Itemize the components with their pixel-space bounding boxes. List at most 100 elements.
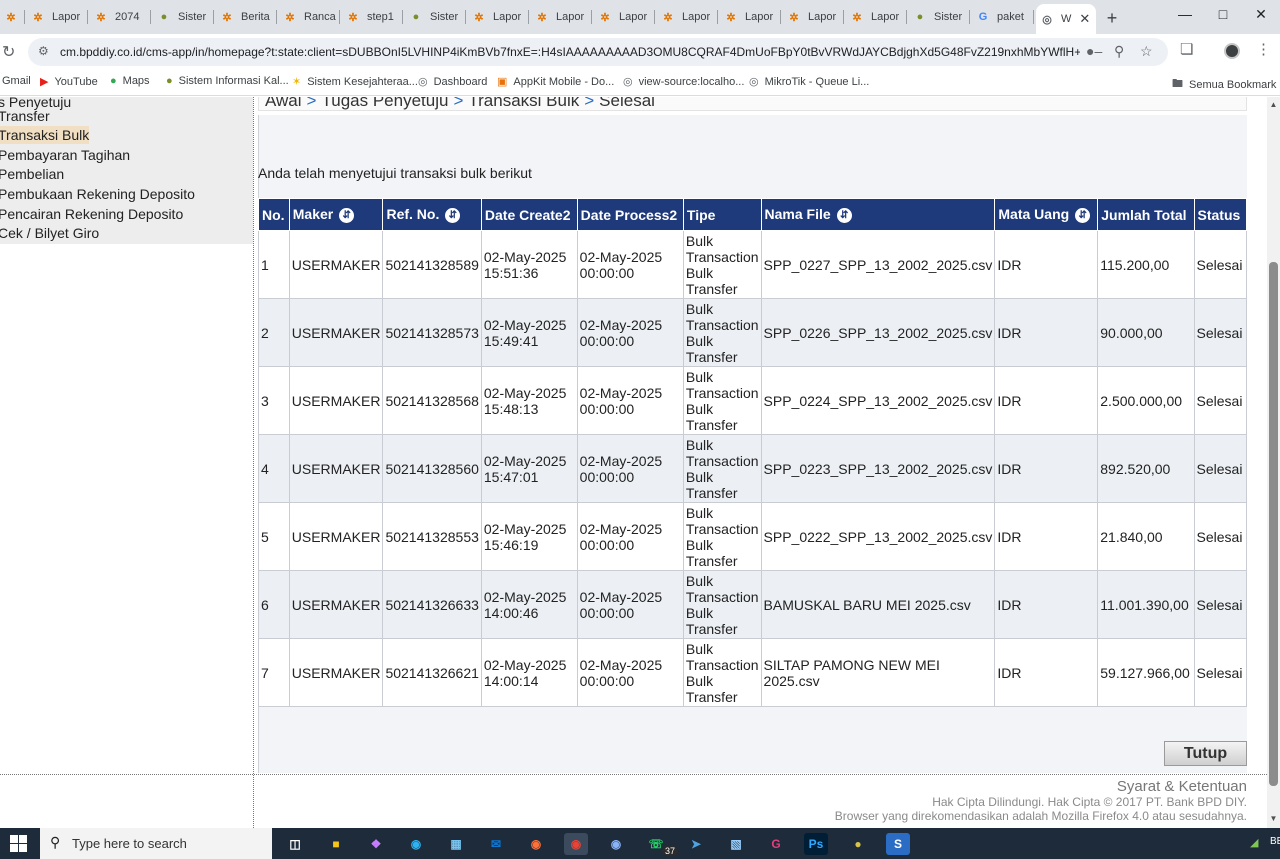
extensions-icon[interactable]: ❏ xyxy=(1180,40,1193,58)
bookmark-sistem-informasi[interactable]: ● Sistem Informasi Kal... xyxy=(166,75,289,87)
browser-tab[interactable]: ✲ step1 xyxy=(342,4,403,30)
windows-start-icon[interactable] xyxy=(10,835,28,853)
app-g-icon[interactable]: G xyxy=(764,833,788,855)
bookmark-mikrotik[interactable]: ◎ MikroTik - Queue Li... xyxy=(749,75,869,89)
browser-tab[interactable]: ✲ 2074 xyxy=(90,4,151,30)
chrome-icon[interactable]: ◉ xyxy=(564,833,588,855)
bookmark-maps[interactable]: ● Maps xyxy=(110,75,150,87)
minimize-button[interactable]: — xyxy=(1170,6,1200,26)
scroll-up-arrow-icon[interactable]: ▲ xyxy=(1267,100,1280,109)
sidebar-item-pembayaran-tagihan[interactable]: Pembayaran Tagihan xyxy=(0,146,130,164)
browser-tab[interactable]: ✲ Lapor xyxy=(720,4,781,30)
zoom-icon[interactable]: ⚲ xyxy=(1114,43,1124,60)
bookmark-star-icon[interactable]: ☆ xyxy=(1140,43,1153,60)
sidebar-item-cek-bilyet-giro[interactable]: Cek / Bilyet Giro xyxy=(0,224,99,242)
sidebar-item-pembukaan-deposito[interactable]: Pembukaan Rekening Deposito xyxy=(0,185,195,203)
cell-status: Selesai xyxy=(1193,298,1248,367)
terms-link[interactable]: Syarat & Ketentuan xyxy=(1117,778,1247,795)
coin-icon: ● xyxy=(166,75,173,87)
cell-ref-no: 502141326621 xyxy=(382,638,482,707)
bookmark-appkit[interactable]: ▣ AppKit Mobile - Do... xyxy=(497,75,614,89)
browser-tab[interactable]: ● Sister xyxy=(909,4,970,30)
sort-icon[interactable]: ⇵ xyxy=(836,208,852,223)
table-row: 3 USERMAKER 502141328568 02-May-2025 15:48:1… xyxy=(258,366,1248,435)
sort-icon[interactable]: ⇵ xyxy=(445,208,461,223)
site-settings-icon[interactable]: ⚙ xyxy=(38,44,49,58)
window-close-button[interactable]: ✕ xyxy=(1246,6,1276,26)
col-header-mata-uang[interactable]: Mata Uang ⇵ xyxy=(994,198,1099,231)
sort-icon[interactable]: ⇵ xyxy=(1075,208,1091,223)
scroll-thumb[interactable] xyxy=(1269,262,1278,786)
store-icon[interactable]: ▦ xyxy=(444,833,468,855)
network-app-icon[interactable]: ▧ xyxy=(724,833,748,855)
app-icon[interactable]: ➤ xyxy=(684,833,708,855)
browser-tab[interactable]: ✲ Lapor xyxy=(27,4,88,30)
bookmark-youtube[interactable]: ▶ YouTube xyxy=(40,75,98,89)
cell-status: Selesai xyxy=(1193,638,1248,707)
col-header-maker[interactable]: Maker ⇵ xyxy=(288,198,384,231)
close-button[interactable]: Tutup xyxy=(1164,741,1247,766)
browser-tab[interactable]: ✲ Lapor xyxy=(846,4,907,30)
breadcrumb-transaksi-bulk[interactable]: Transaksi Bulk xyxy=(468,97,579,110)
breadcrumb-separator: > xyxy=(306,97,317,110)
reload-icon[interactable]: ↻ xyxy=(2,42,15,62)
table-row: 1 USERMAKER 502141328589 02-May-2025 15:51:3… xyxy=(258,230,1248,299)
browser-tab[interactable]: ✲ Berita xyxy=(216,4,277,30)
close-tab-icon[interactable]: ✕ xyxy=(1079,11,1090,27)
breadcrumb-tugas-penyetuju[interactable]: Tugas Penyetuju xyxy=(321,97,448,110)
browser-tab[interactable]: ✲ Lapor xyxy=(531,4,592,30)
cell-nama-file: SPP_0222_SPP_13_2002_2025.csv xyxy=(760,502,996,571)
outlook-icon[interactable]: ✉ xyxy=(484,833,508,855)
firefox-icon[interactable]: ◉ xyxy=(524,833,548,855)
scroll-down-arrow-icon[interactable]: ▼ xyxy=(1267,814,1280,823)
sidebar-item-pembelian[interactable]: Pembelian xyxy=(0,165,64,183)
browser-tab[interactable]: ✲ster xyxy=(0,4,25,30)
browser-tab[interactable]: ◎ W ✕ xyxy=(1036,4,1096,34)
browser-tab[interactable]: ✲ Lapor xyxy=(783,4,844,30)
sidebar-item-transaksi-bulk[interactable]: Transaksi Bulk xyxy=(0,126,90,144)
all-bookmarks-folder[interactable]: 🖿 Semua Bookmark xyxy=(1172,75,1276,94)
bookmark-view-source[interactable]: ◎ view-source:localho... xyxy=(623,75,744,89)
browser-tab[interactable]: ✲ Lapor xyxy=(657,4,718,30)
network-tray-icon[interactable]: ◢ xyxy=(1250,836,1258,849)
browser-tab[interactable]: ✲ Lapor xyxy=(594,4,655,30)
bookmark-gmail[interactable]: Gmail xyxy=(2,75,31,87)
coin-app-icon[interactable]: ● xyxy=(846,833,870,855)
s-app-icon[interactable]: S xyxy=(886,833,910,855)
browser-tab[interactable]: ✲ Ranca xyxy=(279,4,340,30)
browser-tab[interactable]: ✲ Lapor xyxy=(468,4,529,30)
breadcrumb-awal[interactable]: Awal xyxy=(265,97,302,110)
chrome-profile-icon[interactable]: ◉ xyxy=(604,833,628,855)
bookmark-sistem-kesejahteraan[interactable]: ✶ Sistem Kesejahteraa... xyxy=(292,75,418,89)
cell-date-create: 02-May-2025 15:49:41 xyxy=(480,298,578,367)
url-text[interactable]: cm.bpddiy.co.id/cms-app/in/homepage?t:st… xyxy=(60,45,1080,59)
bookmark-dashboard[interactable]: ◎ Dashboard xyxy=(418,75,487,89)
new-tab-button[interactable]: + xyxy=(1102,8,1122,29)
address-bar[interactable]: ⚙ cm.bpddiy.co.id/cms-app/in/homepage?t:… xyxy=(28,38,1168,66)
profile-avatar[interactable] xyxy=(1224,43,1240,59)
col-header-nama-file[interactable]: Nama File ⇵ xyxy=(760,198,996,231)
sort-icon[interactable]: ⇵ xyxy=(339,208,355,223)
header-label: Tipe xyxy=(686,206,716,223)
browser-tab[interactable]: ● Sister xyxy=(405,4,466,30)
password-key-icon[interactable]: ●– xyxy=(1086,43,1102,59)
tab-separator xyxy=(339,10,340,24)
photoshop-icon[interactable]: Ps xyxy=(804,833,828,855)
browser-tab[interactable]: ● Sister xyxy=(153,4,214,30)
taskbar-search-box[interactable]: ⚲ Type here to search xyxy=(40,828,272,859)
sidebar-item-transfer[interactable]: Transfer xyxy=(0,107,50,125)
cell-mata-uang: IDR xyxy=(994,298,1099,367)
cell-nama-file: SPP_0224_SPP_13_2002_2025.csv xyxy=(760,366,996,435)
task-view-icon[interactable]: ◫ xyxy=(283,833,307,855)
browser-tab[interactable]: Gpaket xyxy=(972,4,1034,30)
menu-dots-icon[interactable]: ⋮ xyxy=(1256,40,1271,58)
copilot-icon[interactable]: ❖ xyxy=(364,833,388,855)
sidebar-item-pencairan-deposito[interactable]: Pencairan Rekening Deposito xyxy=(0,205,183,223)
taskbar-search-placeholder[interactable]: Type here to search xyxy=(72,836,187,851)
file-explorer-icon[interactable]: ■ xyxy=(324,833,348,855)
cell-status: Selesai xyxy=(1193,502,1248,571)
edge-icon[interactable]: ◉ xyxy=(404,833,428,855)
maximize-button[interactable]: □ xyxy=(1208,6,1238,26)
star-icon: ✲ xyxy=(537,11,547,24)
col-header-ref-no[interactable]: Ref. No. ⇵ xyxy=(382,198,482,231)
